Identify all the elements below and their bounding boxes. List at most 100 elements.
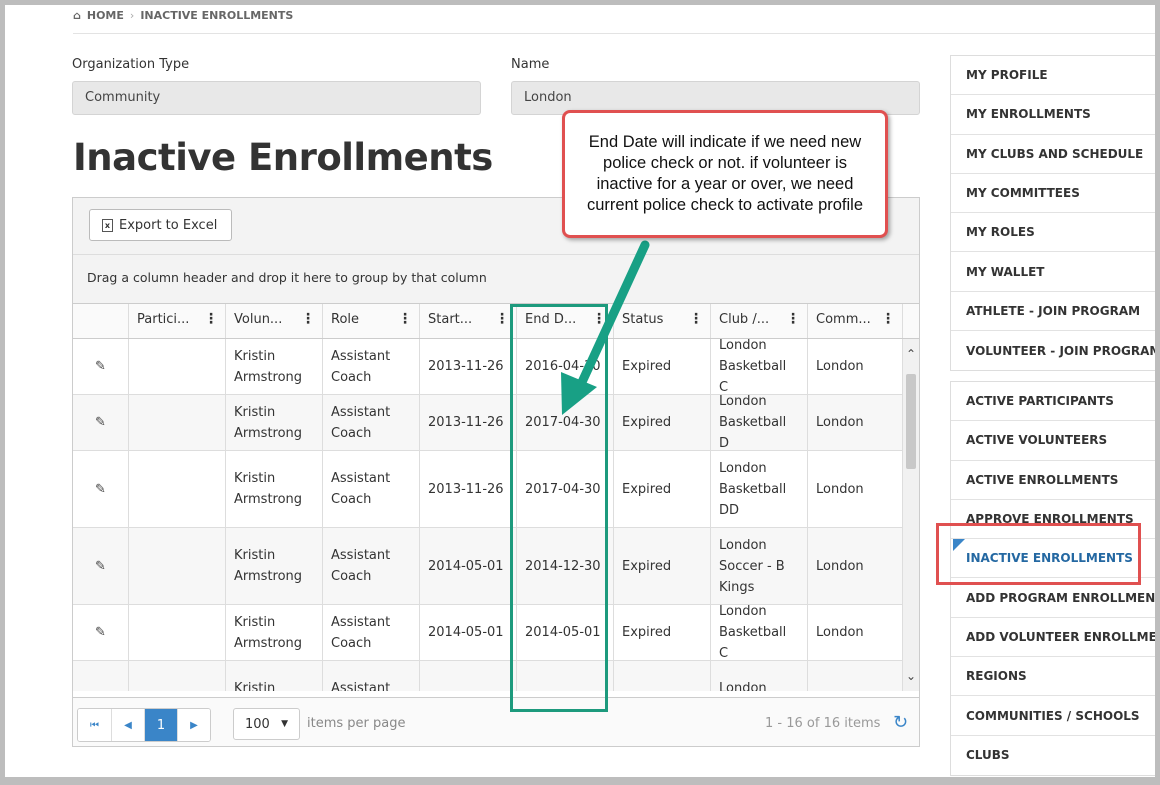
- cell-end-date: 2014-12-30: [516, 528, 613, 604]
- sidebar-item-inactive-enrollments[interactable]: INACTIVE ENROLLMENTS: [951, 539, 1155, 579]
- table-row[interactable]: ✎ Kristin Armstrong Assistant Coach 2013-11…: [73, 339, 902, 395]
- column-menu-icon[interactable]: ⋮: [689, 312, 703, 326]
- column-header-role[interactable]: Role ⋮: [322, 304, 419, 338]
- edit-icon[interactable]: ✎: [95, 412, 106, 433]
- page: ⌂ HOME › INACTIVE ENROLLMENTS Organizati…: [5, 5, 1155, 777]
- sidebar-item-my-wallet[interactable]: MY WALLET: [951, 252, 1155, 292]
- page-1-button[interactable]: 1: [144, 709, 177, 741]
- edit-icon[interactable]: ✎: [95, 356, 106, 377]
- sidebar-item-my-clubs-and-schedule[interactable]: MY CLUBS AND SCHEDULE: [951, 135, 1155, 174]
- sidebar-item-label: MY ROLES: [966, 225, 1035, 240]
- edit-icon[interactable]: ✎: [95, 688, 106, 691]
- table-row[interactable]: ✎ Kristin ArmstrongAssistant Coach2014-05…: [73, 528, 902, 605]
- edit-icon[interactable]: ✎: [95, 556, 106, 577]
- scrollbar-thumb[interactable]: [906, 374, 916, 469]
- page-title: Inactive Enrollments: [73, 136, 493, 179]
- column-menu-icon[interactable]: ⋮: [592, 312, 606, 326]
- cell-participant: [128, 451, 225, 527]
- table-row[interactable]: ✎ Kristin Armstrong Assistant Coach 2013-11…: [73, 394, 902, 451]
- excel-icon: x: [102, 218, 113, 232]
- cell-role: Assistant Coach: [322, 395, 419, 450]
- cell-role: Assistant Coach: [322, 528, 419, 604]
- sidebar-item-label: ADD PROGRAM ENROLLMENT: [966, 590, 1155, 605]
- vertical-scrollbar[interactable]: ⌃ ⌄: [902, 339, 919, 691]
- column-header-participant[interactable]: Partici... ⋮: [128, 304, 225, 338]
- sidebar-item-my-profile[interactable]: MY PROFILE: [951, 56, 1155, 96]
- next-page-button[interactable]: ▶: [177, 709, 210, 741]
- cell-club: London Basketball D: [710, 394, 807, 451]
- sidebar-item-my-enrollments[interactable]: MY ENROLLMENTS: [951, 95, 1155, 135]
- sidebar-item-active-participants[interactable]: ACTIVE PARTICIPANTS: [951, 382, 1155, 422]
- table-row[interactable]: ✎Kristin ArmstrongAssistant Coach2014-05…: [73, 661, 902, 691]
- prev-page-button[interactable]: ◀: [111, 709, 144, 741]
- column-header-label: Comm...: [816, 312, 871, 327]
- column-header-club[interactable]: Club /... ⋮: [710, 304, 807, 338]
- breadcrumb: ⌂ HOME › INACTIVE ENROLLMENTS: [73, 9, 293, 22]
- cell-club: London Basketball C: [710, 604, 807, 661]
- sidebar-item-label: APPROVE ENROLLMENTS: [966, 512, 1134, 527]
- sidebar-item-volunteer-join-program[interactable]: VOLUNTEER - JOIN PROGRAM: [951, 331, 1155, 370]
- column-menu-icon[interactable]: ⋮: [398, 312, 412, 326]
- column-header-status[interactable]: Status ⋮: [613, 304, 710, 338]
- annotation-callout: End Date will indicate if we need new po…: [562, 110, 888, 238]
- table-row[interactable]: ✎Kristin ArmstrongAssistant Coach2014-05…: [73, 604, 902, 661]
- active-marker-icon: [953, 539, 965, 552]
- cell-role: Assistant Coach: [322, 661, 419, 691]
- sidebar-item-label: ACTIVE PARTICIPANTS: [966, 394, 1114, 409]
- home-icon[interactable]: ⌂: [73, 9, 81, 22]
- grid-rows: ✎ Kristin Armstrong Assistant Coach 2013-11…: [73, 339, 902, 691]
- org-type-field[interactable]: Community: [72, 81, 481, 115]
- edit-cell: ✎: [73, 339, 128, 394]
- cell-volunteer: Kristin Armstrong: [225, 339, 322, 394]
- column-menu-icon[interactable]: ⋮: [881, 312, 895, 326]
- column-header-start-date[interactable]: Start... ⋮: [419, 304, 516, 338]
- column-header-volunteer[interactable]: Volun... ⋮: [225, 304, 322, 338]
- sidebar-item-my-committees[interactable]: MY COMMITTEES: [951, 174, 1155, 214]
- column-menu-icon[interactable]: ⋮: [786, 312, 800, 326]
- cell-volunteer: Kristin Armstrong: [225, 605, 322, 660]
- table-row[interactable]: ✎ Kristin Armstrong Assistant Coach 2013-11…: [73, 451, 902, 528]
- sidebar-item-communities-schools[interactable]: COMMUNITIES / SCHOOLS: [951, 696, 1155, 736]
- column-menu-icon[interactable]: ⋮: [301, 312, 315, 326]
- sidebar-item-add-volunteer-enrollment[interactable]: ADD VOLUNTEER ENROLLMENT: [951, 618, 1155, 658]
- cell-end-date: 2017-04-30: [516, 451, 613, 527]
- column-header-end-date[interactable]: End D... ⋮: [516, 304, 613, 338]
- edit-icon[interactable]: ✎: [95, 479, 106, 500]
- sidebar-item-athlete-join-program[interactable]: ATHLETE - JOIN PROGRAM: [951, 292, 1155, 332]
- sidebar-item-approve-enrollments[interactable]: APPROVE ENROLLMENTS: [951, 500, 1155, 540]
- scroll-up-icon[interactable]: ⌃: [903, 347, 919, 361]
- cell-start-date: 2014-05-01: [419, 661, 516, 691]
- sidebar-item-active-enrollments[interactable]: ACTIVE ENROLLMENTS: [951, 461, 1155, 500]
- sidebar-item-clubs[interactable]: CLUBS: [951, 736, 1155, 775]
- cell-community: London: [807, 605, 902, 660]
- grid-header: Partici... ⋮ Volun... ⋮ Role ⋮ Start... ⋮ End D.…: [73, 304, 919, 339]
- column-header-community[interactable]: Comm... ⋮: [807, 304, 902, 338]
- edit-icon[interactable]: ✎: [95, 622, 106, 643]
- breadcrumb-home[interactable]: HOME: [87, 9, 124, 22]
- cell-community: London: [807, 339, 902, 394]
- cell-status: Expired: [613, 339, 710, 394]
- sidebar-item-regions[interactable]: REGIONS: [951, 657, 1155, 697]
- column-menu-icon[interactable]: ⋮: [204, 312, 218, 326]
- cell-start-date: 2013-11-26: [419, 339, 516, 394]
- first-page-button[interactable]: ⏮: [78, 709, 111, 741]
- column-header-label: Role: [331, 312, 360, 327]
- sidebar-personal: MY PROFILE MY ENROLLMENTS MY CLUBS AND SCH…: [950, 55, 1155, 372]
- column-menu-icon[interactable]: ⋮: [495, 312, 509, 326]
- group-drop-area[interactable]: Drag a column header and drop it here to…: [73, 255, 919, 304]
- sidebar-item-label: ACTIVE VOLUNTEERS: [966, 433, 1108, 448]
- sidebar-item-active-volunteers[interactable]: ACTIVE VOLUNTEERS: [951, 421, 1155, 461]
- cell-start-date: 2013-11-26: [419, 395, 516, 450]
- refresh-icon[interactable]: ↻: [893, 712, 908, 733]
- column-header-label: End D...: [525, 312, 577, 327]
- scroll-down-icon[interactable]: ⌄: [903, 669, 919, 683]
- cell-participant: [128, 605, 225, 660]
- cell-volunteer: Kristin Armstrong: [225, 528, 322, 604]
- org-type-label: Organization Type: [72, 57, 190, 72]
- cell-role: Assistant Coach: [322, 339, 419, 394]
- page-size-select[interactable]: 100 ▼: [233, 708, 300, 740]
- sidebar-item-my-roles[interactable]: MY ROLES: [951, 213, 1155, 253]
- sidebar-item-add-program-enrollment[interactable]: ADD PROGRAM ENROLLMENT: [951, 578, 1155, 618]
- export-excel-button[interactable]: x Export to Excel: [89, 209, 233, 241]
- cell-start-date: 2014-05-01: [419, 528, 516, 604]
